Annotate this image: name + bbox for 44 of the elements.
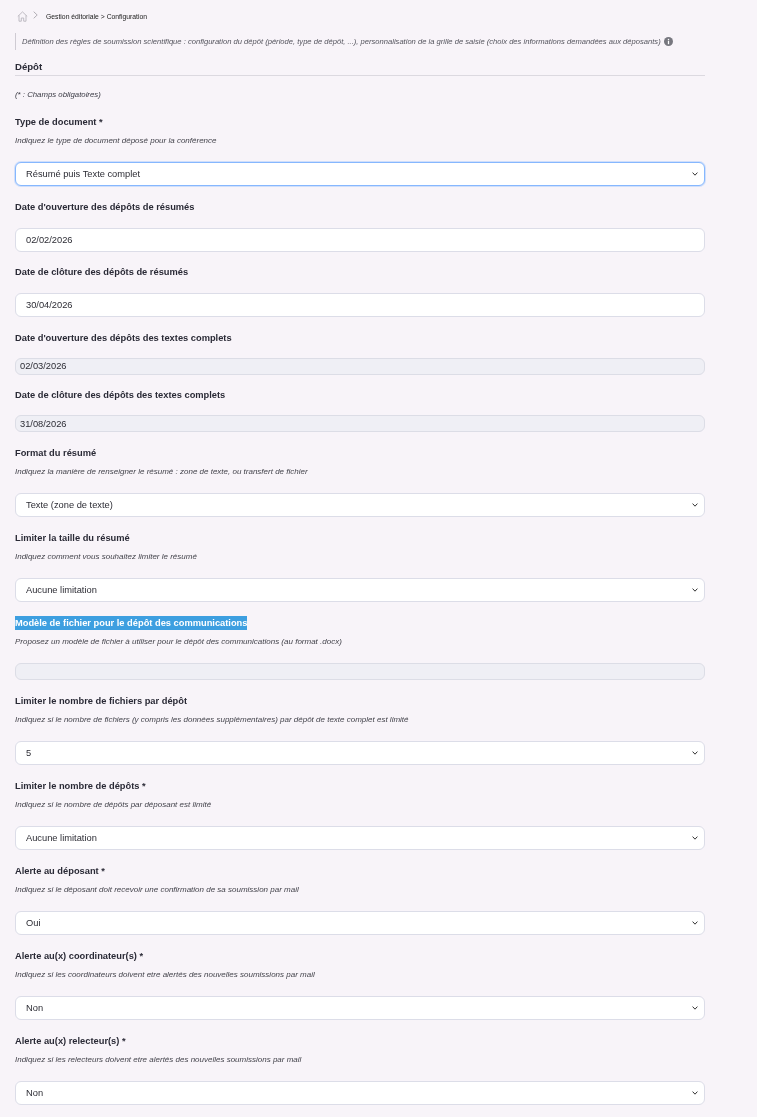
chevron-down-icon (692, 1006, 698, 1010)
field-help-text: Indiquez si le nombre de dépôts par déposant est limité (15, 799, 212, 811)
field-help-text: Indiquez comment vous souhaitez limiter le résumé (15, 551, 197, 563)
select-field[interactable]: Aucune limitation (15, 578, 705, 602)
field-label: Date d'ouverture des dépôts de résumés (15, 200, 195, 214)
field-help-text: Indiquez si le nombre de fichiers (y compris les données supplémentaires) par dépôt de texte complet est limité (15, 714, 409, 726)
field-label: Limiter le nombre de fichiers par dépôt (15, 694, 188, 708)
field-label: Modèle de fichier pour le dépôt des communications (15, 615, 248, 630)
field-help-text: Indiquez le type de document déposé pour la conférence (15, 135, 217, 147)
field-help-text: Indiquez la manière de renseigner le résumé : zone de texte, ou transfert de fichier (15, 466, 308, 478)
date-input[interactable]: 30/04/2026 (15, 293, 705, 317)
field-help-text: Indiquez si les relecteurs doivent etre alertés des nouvelles soumissions par mail (15, 1054, 302, 1066)
field-label: Format du résumé (15, 446, 97, 460)
field-help-text: Indiquez si le déposant doit recevoir une confirmation de sa soumission par mail (15, 884, 299, 896)
field-label: Alerte au déposant * (15, 864, 105, 878)
chevron-right-icon (33, 10, 38, 19)
chevron-down-icon (692, 1091, 698, 1095)
chevron-down-icon (692, 921, 698, 925)
select-field[interactable]: Non (15, 996, 705, 1020)
chevron-down-icon (692, 172, 698, 176)
chevron-down-icon (692, 836, 698, 840)
select-field[interactable]: Aucune limitation (15, 826, 705, 850)
field-label: Date de clôture des dépôts des textes complets (15, 389, 226, 402)
chevron-down-icon (692, 588, 698, 592)
select-field[interactable]: Oui (15, 911, 705, 935)
date-input[interactable]: 02/02/2026 (15, 227, 705, 252)
field-label: Date de clôture des dépôts de résumés (15, 266, 189, 279)
field-label: Limiter le nombre de dépôts * (15, 779, 146, 793)
select-field[interactable]: Non (15, 1081, 705, 1105)
chevron-down-icon (692, 751, 698, 755)
field-label: Alerte au(x) relecteur(s) * (15, 1034, 126, 1048)
select-field[interactable]: Résumé puis Texte complet (15, 162, 705, 186)
select-field[interactable]: Texte (zone de texte) (15, 493, 705, 517)
field-label: Date d'ouverture des dépôts des textes complets (15, 331, 232, 345)
field-label: Limiter la taille du résumé (15, 531, 130, 545)
field-help-text: Proposez un modèle de fichier à utiliser pour le dépôt des communications (au format .docx) (15, 636, 342, 648)
chevron-down-icon (692, 503, 698, 507)
field-help-text: Indiquez si les coordinateurs doivent etre alertés des nouvelles soumissions par mail (15, 969, 315, 981)
section-heading: Dépôt (15, 60, 43, 74)
home-icon[interactable] (17, 10, 28, 22)
select-field[interactable]: 5 (15, 741, 705, 765)
field-label: Alerte au(x) coordinateur(s) * (15, 949, 144, 963)
field-label: Type de document * (15, 115, 103, 129)
info-icon[interactable] (663, 37, 673, 46)
